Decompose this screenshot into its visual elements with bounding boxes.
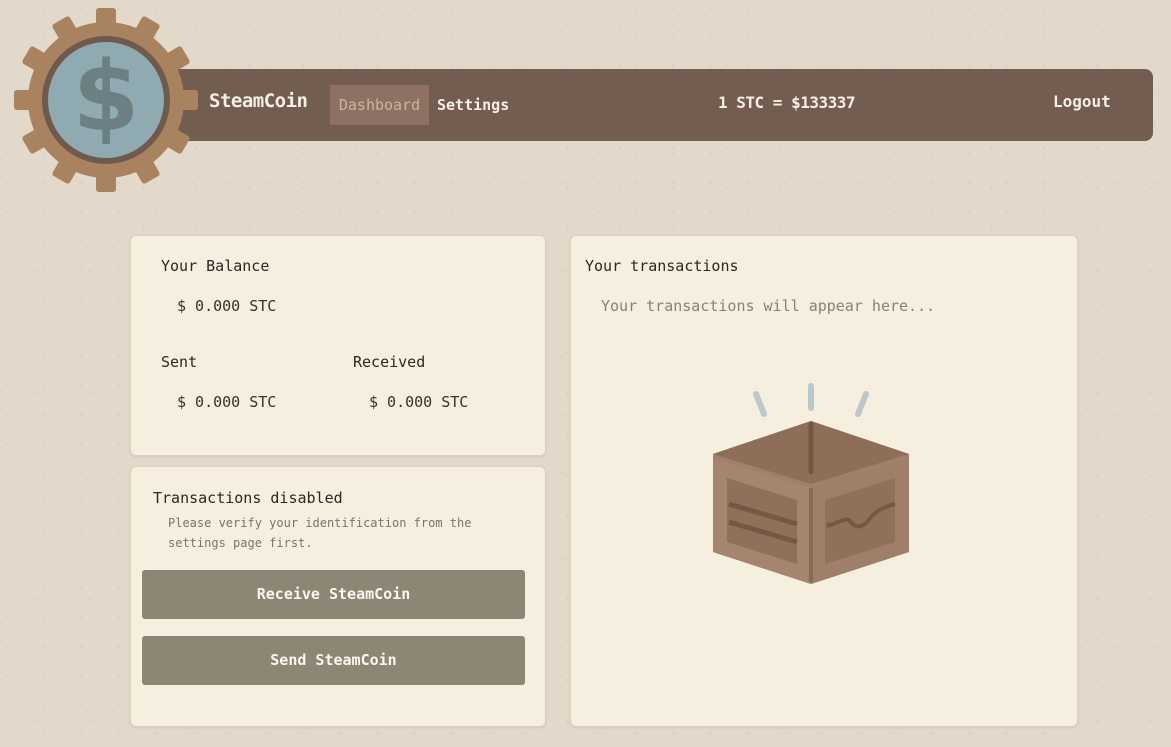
tab-dashboard[interactable]: Dashboard — [330, 85, 429, 125]
transactions-disabled-title: Transactions disabled — [153, 489, 343, 507]
balance-card: Your Balance $ 0.000 STC Sent $ 0.000 ST… — [130, 235, 546, 456]
gear-coin-logo-icon[interactable]: $ — [14, 8, 198, 192]
receive-steamcoin-button[interactable]: Receive SteamCoin — [142, 570, 525, 619]
sent-label: Sent — [161, 353, 198, 371]
balance-title: Your Balance — [161, 257, 270, 275]
brand-name[interactable]: SteamCoin — [209, 90, 308, 112]
verification-hint: Please verify your identification from t… — [168, 516, 472, 550]
transfer-actions-card: Transactions disabled Please verify your… — [130, 466, 546, 727]
transactions-title: Your transactions — [585, 257, 739, 275]
balance-value: $ 0.000 STC — [177, 297, 277, 315]
svg-text:$: $ — [73, 41, 140, 153]
received-value: $ 0.000 STC — [369, 393, 469, 411]
received-label: Received — [353, 353, 426, 371]
open-box-icon — [713, 383, 909, 584]
sent-value: $ 0.000 STC — [177, 393, 277, 411]
send-steamcoin-button[interactable]: Send SteamCoin — [142, 636, 525, 685]
transactions-empty-text: Your transactions will appear here... — [601, 297, 936, 315]
logout-link[interactable]: Logout — [1053, 92, 1111, 111]
tab-settings[interactable]: Settings — [437, 85, 509, 125]
exchange-rate: 1 STC = $133337 — [718, 93, 856, 112]
transactions-card: Your transactions Your transactions will… — [570, 235, 1078, 727]
